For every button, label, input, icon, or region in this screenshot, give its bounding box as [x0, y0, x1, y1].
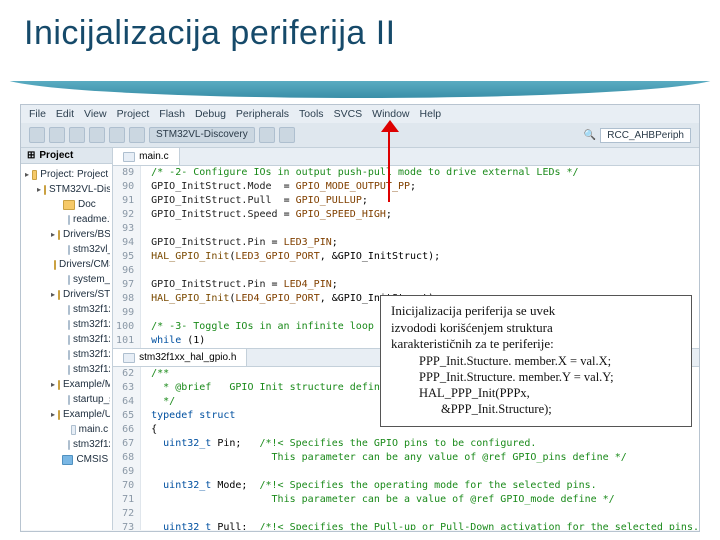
tree-item[interactable]: ▸Project: Project [23, 167, 110, 182]
callout-code: &PPP_Init.Structure); [391, 401, 681, 417]
c-file-icon [123, 152, 135, 162]
save-icon[interactable] [69, 127, 85, 143]
annotation-arrow [388, 128, 390, 202]
tab-gpio-header[interactable]: stm32f1xx_hal_gpio.h [113, 349, 247, 366]
tree-item[interactable]: stm32f1xx_hal_rcc_ex.c [23, 362, 110, 377]
tree-item[interactable]: ▸Drivers/STM32F1xx_HAL_Driver [23, 287, 110, 302]
menubar: File Edit View Project Flash Debug Peripherals… [21, 105, 699, 123]
callout-text: Inicijalizacija periferija se uvek [391, 303, 681, 320]
new-file-icon[interactable] [29, 127, 45, 143]
menu-peripherals[interactable]: Peripherals [236, 108, 289, 120]
debug-icon[interactable] [279, 127, 295, 143]
tree-item[interactable]: stm32f1xx_hal_rcc.c [23, 347, 110, 362]
callout-code: PPP_Init.Structure. member.Y = val.Y; [391, 369, 681, 385]
tree-item[interactable]: system_stm32f1xx.c [23, 272, 110, 287]
project-tree[interactable]: ▸Project: Project▸STM32VL-DiscoveryDocre… [21, 164, 112, 470]
tree-item[interactable]: stm32f1xx_it.c [23, 437, 110, 452]
tree-item[interactable]: stm32f1xx_hal_cortex.c [23, 317, 110, 332]
tree-item[interactable]: stm32f1xx_hal_gpio.c [23, 332, 110, 347]
tree-item[interactable]: ▸Example/MDK-ARM [23, 377, 110, 392]
menu-window[interactable]: Window [372, 108, 409, 120]
target-selector[interactable]: STM32VL-Discovery [149, 127, 255, 143]
pin-icon[interactable]: ⊞ [27, 150, 35, 161]
menu-svcs[interactable]: SVCS [334, 108, 363, 120]
menu-view[interactable]: View [84, 108, 107, 120]
tree-item[interactable]: ▸Example/User [23, 407, 110, 422]
rebuild-icon[interactable] [109, 127, 125, 143]
menu-project[interactable]: Project [117, 108, 150, 120]
open-icon[interactable] [49, 127, 65, 143]
search-icon: 🔍 [584, 130, 596, 141]
tree-item[interactable]: ▸Drivers/BSP/STM32VL-Discovery [23, 227, 110, 242]
tree-item[interactable]: Doc [23, 197, 110, 212]
callout-code: PPP_Init.Stucture. member.X = val.X; [391, 353, 681, 369]
options-icon[interactable] [259, 127, 275, 143]
toolbar: STM32VL-Discovery 🔍 RCC_AHBPeriph [21, 123, 699, 148]
tree-item[interactable]: stm32vl_discovery.c [23, 242, 110, 257]
tree-item[interactable]: Drivers/CMSIS [23, 257, 110, 272]
tab-main-c[interactable]: main.c [113, 148, 179, 165]
tree-item[interactable]: startup_stm32f100xb.s [23, 392, 110, 407]
h-file-icon [123, 353, 135, 363]
callout-code: HAL_PPP_Init(PPPx, [391, 385, 681, 401]
menu-tools[interactable]: Tools [299, 108, 324, 120]
tree-item[interactable]: stm32f1xx_hal.c [23, 302, 110, 317]
tree-item[interactable]: readme.txt [23, 212, 110, 227]
tree-item[interactable]: CMSIS [23, 452, 110, 467]
tab-label: main.c [139, 151, 168, 162]
project-panel-label: Project [39, 150, 73, 161]
search-input[interactable]: RCC_AHBPeriph [600, 128, 691, 143]
menu-debug[interactable]: Debug [195, 108, 226, 120]
menu-help[interactable]: Help [420, 108, 442, 120]
project-panel-title: ⊞ Project [21, 148, 112, 164]
slide-title: Inicijalizacija periferija II [0, 0, 720, 81]
tree-item[interactable]: ▸STM32VL-Discovery [23, 182, 110, 197]
menu-edit[interactable]: Edit [56, 108, 74, 120]
editor-tabs: main.c [113, 148, 699, 166]
menu-flash[interactable]: Flash [159, 108, 185, 120]
annotation-callout: Inicijalizacija periferija se uvek izvod… [380, 295, 692, 427]
project-sidebar: ⊞ Project ▸Project: Project▸STM32VL-Disc… [21, 148, 113, 530]
tree-item[interactable]: main.c [23, 422, 110, 437]
tab-label: stm32f1xx_hal_gpio.h [139, 352, 236, 363]
callout-text: karakterističnih za te periferije: [391, 336, 681, 353]
search-box: 🔍 RCC_AHBPeriph [584, 128, 691, 143]
annotation-arrowhead-icon [381, 120, 399, 132]
callout-text: izvododi korišćenjem struktura [391, 320, 681, 337]
build-icon[interactable] [89, 127, 105, 143]
menu-file[interactable]: File [29, 108, 46, 120]
download-icon[interactable] [129, 127, 145, 143]
